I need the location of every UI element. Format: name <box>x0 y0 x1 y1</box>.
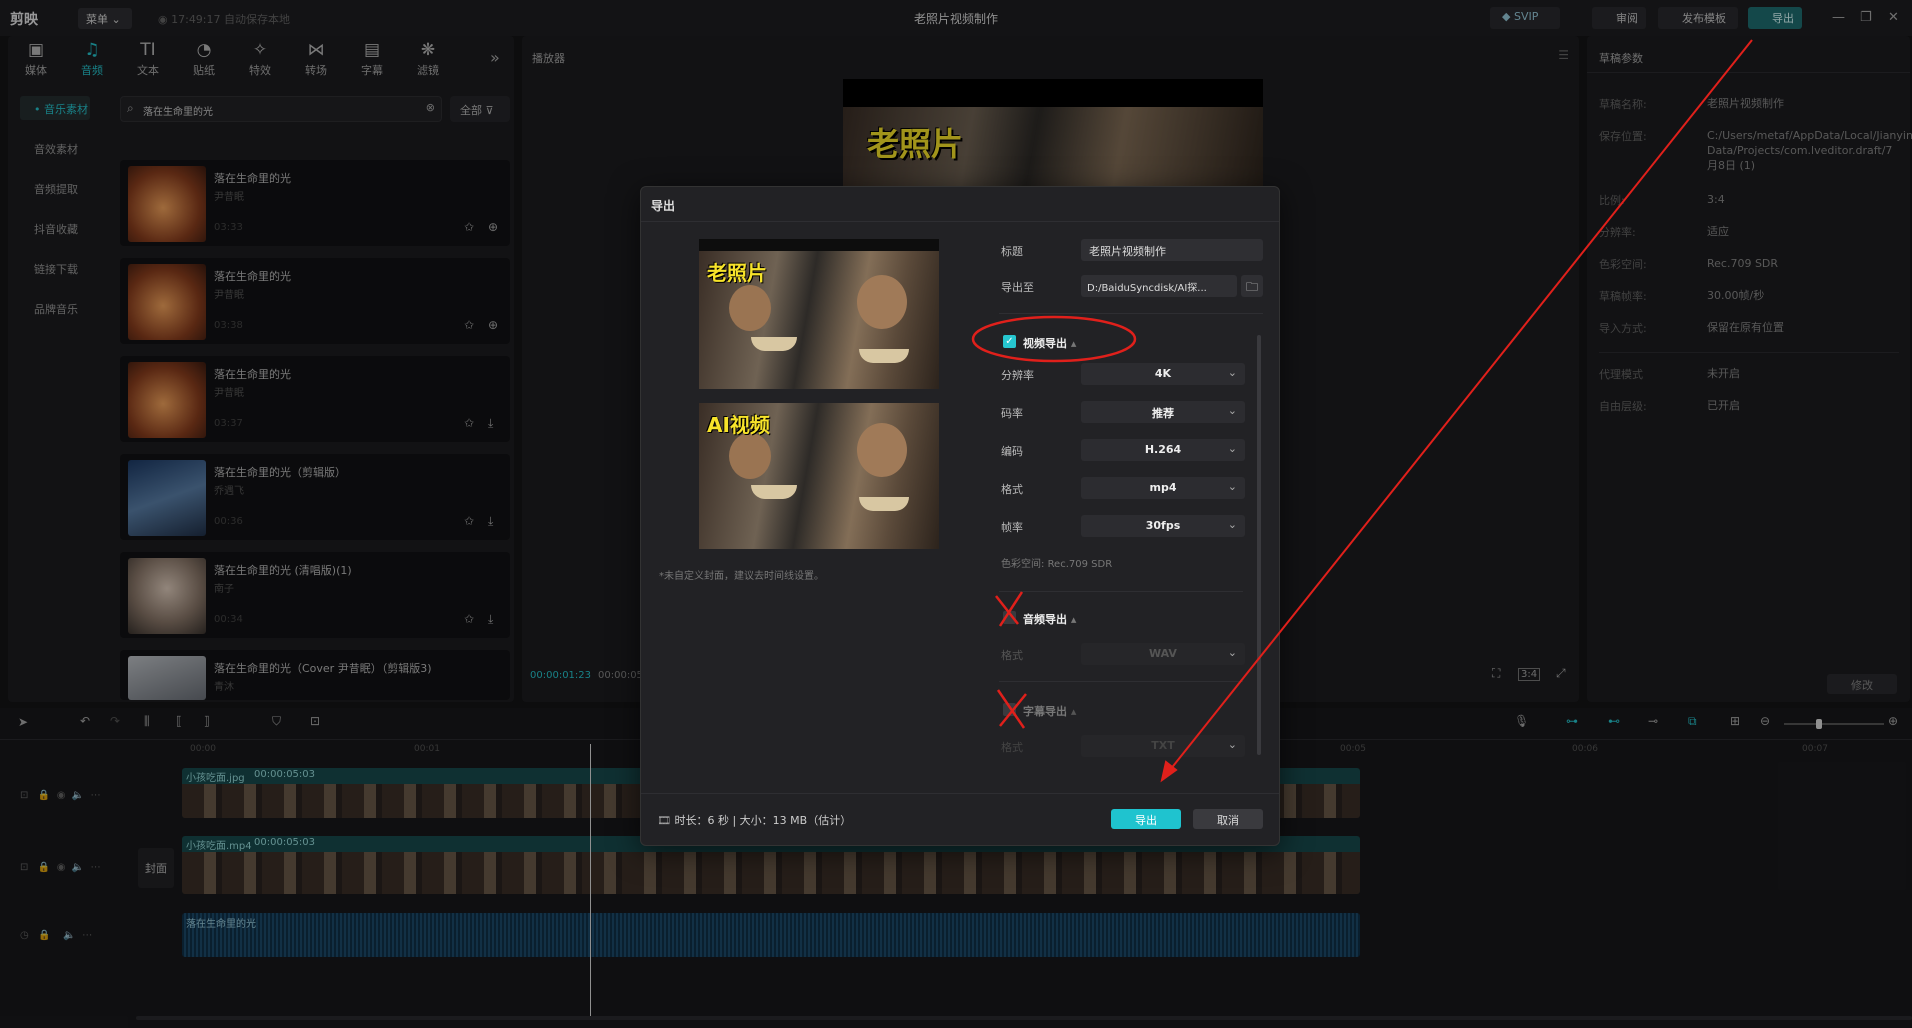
subtitle-export-toggle[interactable]: 字幕导出 ▴ <box>1003 703 1076 719</box>
bitrate-select[interactable]: 推荐 ⌄ <box>1081 401 1245 423</box>
subtitle-format-select[interactable]: TXT ⌄ <box>1081 735 1245 757</box>
export-button[interactable]: 导出 <box>1111 809 1181 829</box>
cancel-button[interactable]: 取消 <box>1193 809 1263 829</box>
cover-note: *未自定义封面，建议去时间线设置。 <box>659 571 824 582</box>
codec-select[interactable]: H.264 ⌄ <box>1081 439 1245 461</box>
cover-preview-bottom: AI视频 <box>699 403 939 549</box>
dialog-title: 导出 <box>651 199 676 213</box>
audio-format-select[interactable]: WAV ⌄ <box>1081 643 1245 665</box>
color-space-info: 色彩空间: Rec.709 SDR <box>1001 559 1113 570</box>
resolution-select[interactable]: 4K ⌄ <box>1081 363 1245 385</box>
cover-preview-top: 老照片 <box>699 239 939 389</box>
folder-icon[interactable]: 🗀 <box>1241 275 1263 297</box>
export-path-input[interactable]: D:/BaiduSyncdisk/AI探... <box>1081 275 1237 297</box>
framerate-select[interactable]: 30fps ⌄ <box>1081 515 1245 537</box>
video-export-toggle[interactable]: ✓ 视频导出 ▴ <box>1003 335 1076 351</box>
film-icon: 🎞 <box>657 814 671 827</box>
title-input[interactable]: 老照片视频制作 <box>1081 239 1263 261</box>
format-select[interactable]: mp4 ⌄ <box>1081 477 1245 499</box>
export-dialog: 导出 老照片 AI视频 *未自定义封面，建议去时间线设置。 标题 老照片视频制作… <box>640 186 1280 846</box>
audio-export-toggle[interactable]: 音频导出 ▴ <box>1003 611 1076 627</box>
export-info: 🎞 时长：6 秒 | 大小：13 MB（估计） <box>657 814 852 827</box>
dialog-scrollbar[interactable] <box>1257 335 1261 755</box>
